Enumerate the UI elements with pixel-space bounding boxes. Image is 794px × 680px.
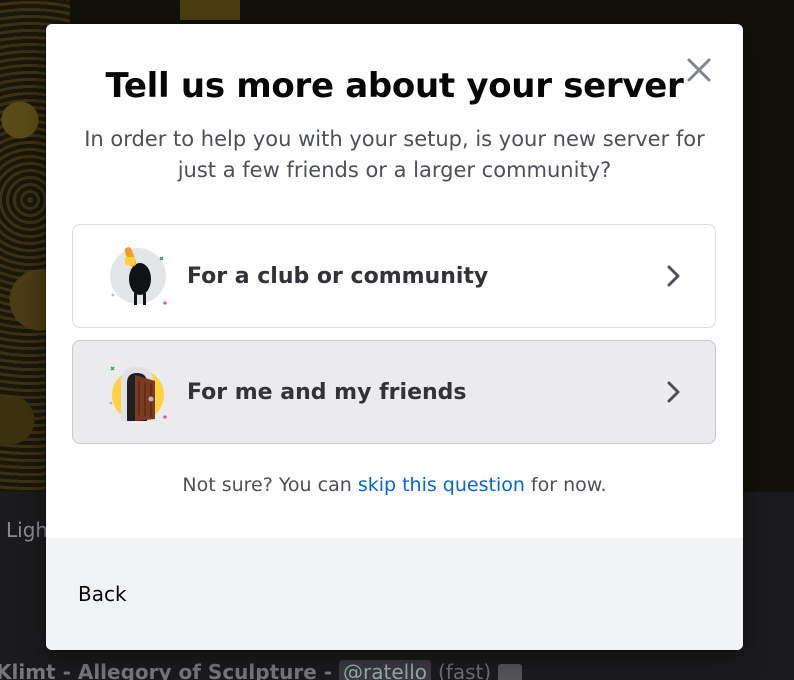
skip-suffix: for now. bbox=[524, 474, 607, 496]
skip-question-link[interactable]: skip this question bbox=[358, 474, 525, 496]
chevron-right-icon bbox=[661, 263, 685, 289]
background-tag-icon bbox=[498, 663, 523, 680]
modal-subtitle: In order to help you with your setup, is… bbox=[84, 127, 705, 182]
background-caption: Klimt - Allegory of Sculpture - @ratello… bbox=[0, 660, 523, 680]
back-button[interactable]: Back bbox=[78, 582, 127, 606]
background-label: Ligh bbox=[6, 518, 49, 542]
option-me-and-friends[interactable]: For me and my friends bbox=[72, 340, 716, 444]
modal-footer: Back bbox=[46, 538, 743, 650]
chevron-right-icon bbox=[661, 379, 685, 405]
background-caption-text: Klimt - Allegory of Sculpture - bbox=[0, 660, 333, 680]
skip-question-text: Not sure? You can skip this question for… bbox=[46, 474, 743, 496]
friends-door-illustration-icon bbox=[105, 359, 171, 425]
server-setup-modal: Tell us more about your server In order … bbox=[46, 24, 743, 650]
option-club-community-label: For a club or community bbox=[187, 263, 489, 289]
background-artwork-accent bbox=[180, 0, 240, 20]
option-club-community[interactable]: For a club or community bbox=[72, 224, 716, 328]
modal-title: Tell us more about your server bbox=[105, 66, 684, 106]
background-caption-suffix: (fast) bbox=[438, 660, 492, 680]
club-community-illustration-icon bbox=[105, 243, 171, 309]
option-me-and-friends-label: For me and my friends bbox=[187, 379, 467, 405]
background-caption-handle: @ratello bbox=[339, 660, 432, 680]
skip-prefix: Not sure? You can bbox=[182, 474, 358, 496]
